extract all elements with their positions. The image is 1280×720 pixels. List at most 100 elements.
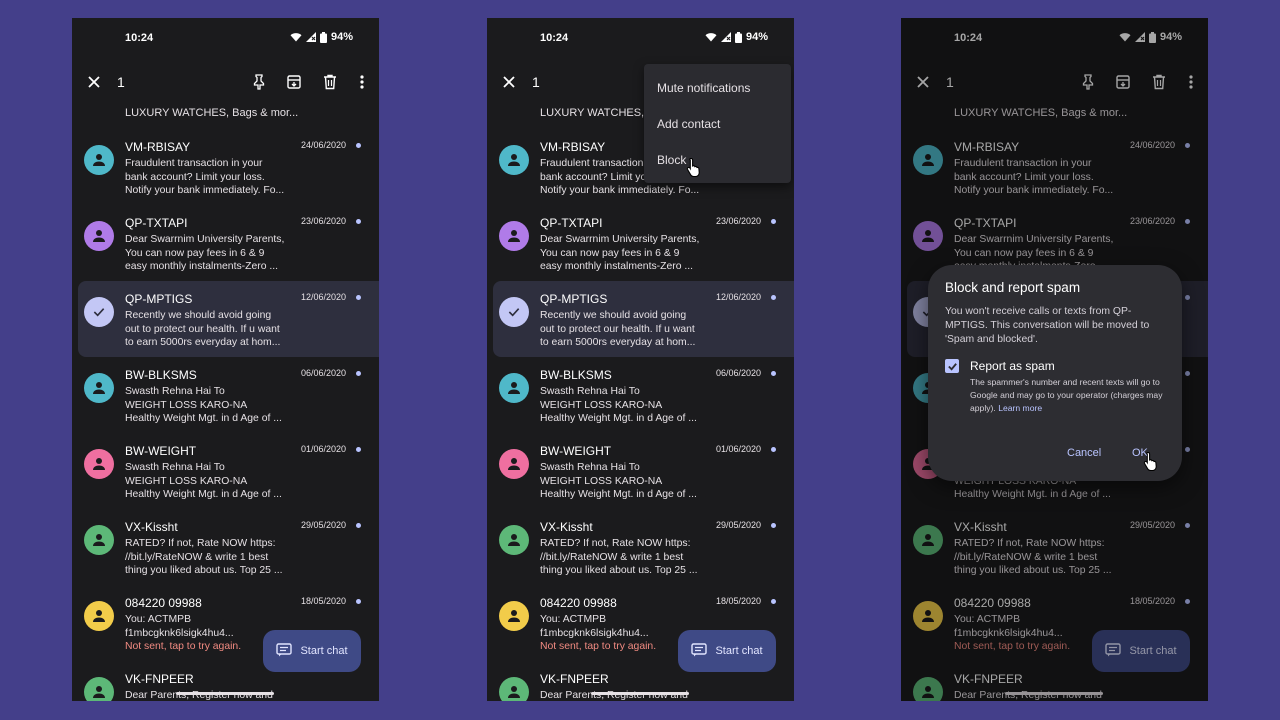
avatar[interactable] xyxy=(84,145,114,175)
gesture-nav-bar[interactable] xyxy=(591,692,689,695)
close-icon[interactable] xyxy=(499,72,519,92)
menu-item-mute-notifications[interactable]: Mute notifications xyxy=(657,81,750,95)
signal-icon xyxy=(720,32,731,42)
battery-level: 94% xyxy=(330,31,353,43)
conversation-item[interactable]: VX-Kissht 29/05/2020 RATED? If not, Rate N… xyxy=(72,509,379,585)
unread-dot xyxy=(771,295,776,300)
conversation-date: 01/06/2020 xyxy=(715,444,761,454)
conversation-name: VM-RBISAY xyxy=(540,140,606,154)
avatar[interactable] xyxy=(84,525,114,555)
snippet-line: Healthy Weight Mgt. in d Age of ... xyxy=(540,489,697,500)
pin-icon[interactable] xyxy=(248,71,270,93)
snippet-line: out to protect our health. If u want xyxy=(540,323,695,335)
conversation-item[interactable]: QP-MPTIGS 12/06/2020 Recently we should av… xyxy=(78,281,379,357)
wifi-icon xyxy=(290,33,302,42)
conversation-name: 084220 09988 xyxy=(125,596,202,610)
chat-icon xyxy=(276,642,293,660)
avatar[interactable] xyxy=(499,601,529,631)
snippet-line: Healthy Weight Mgt. in d Age of ... xyxy=(125,413,282,424)
report-spam-label[interactable]: Report as spam xyxy=(970,359,1055,373)
cancel-button[interactable]: Cancel xyxy=(1067,447,1101,459)
avatar[interactable] xyxy=(499,373,529,403)
conversation-snippet: Swasth Rehna Hai To WEIGHT LOSS KARO-NA He… xyxy=(540,385,710,426)
conversation-date: 29/05/2020 xyxy=(715,520,761,530)
person-icon xyxy=(505,531,523,549)
status-time: 10:24 xyxy=(540,32,569,44)
snippet-line: Recently we should avoid going xyxy=(540,310,687,321)
conversation-item[interactable]: BW-WEIGHT 01/06/2020 Swasth Rehna Hai To WE… xyxy=(72,433,379,509)
conversation-item[interactable]: QP-MPTIGS 12/06/2020 Recently we should av… xyxy=(493,281,794,357)
snippet-line: Dear Swarrnim University Parents, xyxy=(540,234,700,245)
start-chat-button[interactable]: Start chat xyxy=(678,630,776,672)
battery-icon xyxy=(734,31,742,43)
wifi-icon xyxy=(705,33,717,42)
status-time: 10:24 xyxy=(125,32,154,44)
battery-level: 94% xyxy=(745,31,768,43)
close-icon[interactable] xyxy=(84,72,104,92)
avatar[interactable] xyxy=(499,145,529,175)
snippet-line: Dear Parents, Register now and sta... xyxy=(540,690,688,701)
learn-more-link[interactable]: Learn more xyxy=(998,403,1042,413)
avatar[interactable] xyxy=(84,373,114,403)
conversation-name: QP-TXTAPI xyxy=(540,216,603,230)
conversation-snippet: Dear Swarrnim University Parents, You can… xyxy=(125,233,295,274)
start-chat-button[interactable]: Start chat xyxy=(263,630,361,672)
avatar[interactable] xyxy=(499,525,529,555)
more-options-icon[interactable] xyxy=(351,71,373,93)
selected-count: 1 xyxy=(532,74,540,90)
snippet-line: bank account? Limit your loss. xyxy=(125,171,265,183)
conversation-date: 23/06/2020 xyxy=(300,216,346,226)
snippet-line: thing you liked about us. Top 25 ... xyxy=(125,565,283,576)
snippet-line: Swasth Rehna Hai To xyxy=(540,386,640,397)
conversation-item[interactable]: QP-TXTAPI 23/06/2020 Dear Swarrnim Univers… xyxy=(487,205,794,281)
selection-toolbar: 1 xyxy=(72,70,379,100)
menu-item-block[interactable]: Block xyxy=(657,153,686,167)
conversation-item[interactable]: BW-BLKSMS 06/06/2020 Swasth Rehna Hai To WE… xyxy=(487,357,794,433)
delete-icon[interactable] xyxy=(319,71,341,93)
conversation-snippet: Recently we should avoid going out to pro… xyxy=(540,309,710,350)
avatar[interactable] xyxy=(499,677,529,701)
menu-item-add-contact[interactable]: Add contact xyxy=(657,117,720,131)
avatar[interactable] xyxy=(84,221,114,251)
conversation-name: VK-FNPEER xyxy=(540,672,609,686)
snippet-line: Fraudulent transaction in your xyxy=(125,158,263,169)
gesture-nav-bar[interactable] xyxy=(176,692,274,695)
conversation-name: BW-WEIGHT xyxy=(540,444,612,458)
person-icon xyxy=(505,683,523,701)
avatar[interactable] xyxy=(84,449,114,479)
conversation-item[interactable]: BW-BLKSMS 06/06/2020 Swasth Rehna Hai To WE… xyxy=(72,357,379,433)
conversation-name: VX-Kissht xyxy=(540,520,593,534)
conversation-item[interactable]: BW-WEIGHT 01/06/2020 Swasth Rehna Hai To WE… xyxy=(487,433,794,509)
conversation-item[interactable]: VX-Kissht 29/05/2020 RATED? If not, Rate N… xyxy=(487,509,794,585)
avatar[interactable] xyxy=(84,677,114,701)
avatar[interactable] xyxy=(499,221,529,251)
conversation-date: 06/06/2020 xyxy=(715,368,761,378)
conversation-item[interactable]: VM-RBISAY 24/06/2020 Fraudulent transactio… xyxy=(72,129,379,205)
snippet-line: WEIGHT LOSS KARO-NA xyxy=(540,399,663,411)
selected-check-avatar[interactable] xyxy=(84,297,114,327)
partial-snippet: LUXURY WATCHES, Bags & mor... xyxy=(125,107,299,119)
person-icon xyxy=(90,151,108,169)
snippet-line: Notify your bank immediately. Fo... xyxy=(540,185,700,196)
snippet-line: You can now pay fees in 6 & 9 xyxy=(540,247,680,259)
conversation-snippet: Swasth Rehna Hai To WEIGHT LOSS KARO-NA He… xyxy=(540,461,710,502)
person-icon xyxy=(90,531,108,549)
report-spam-checkbox[interactable] xyxy=(945,359,959,373)
archive-icon[interactable] xyxy=(283,71,305,93)
snippet-line: Notify your bank immediately. Fo... xyxy=(125,185,285,196)
unread-dot xyxy=(356,295,361,300)
person-icon xyxy=(505,151,523,169)
unread-dot xyxy=(356,447,361,452)
conversation-date: 23/06/2020 xyxy=(715,216,761,226)
avatar[interactable] xyxy=(84,601,114,631)
phone-screen-1: 10:24 94% 1 LUXURY WATCHES, Bags & mor... VM… xyxy=(72,18,379,701)
conversation-item[interactable]: QP-TXTAPI 23/06/2020 Dear Swarrnim Univers… xyxy=(72,205,379,281)
unread-dot xyxy=(771,371,776,376)
snippet-line: WEIGHT LOSS KARO-NA xyxy=(125,475,248,487)
start-chat-label: Start chat xyxy=(715,645,763,657)
snippet-line: WEIGHT LOSS KARO-NA xyxy=(125,399,248,411)
selected-check-avatar[interactable] xyxy=(499,297,529,327)
avatar[interactable] xyxy=(499,449,529,479)
conversation-date: 01/06/2020 xyxy=(300,444,346,454)
dialog-body: You won't receive calls or texts from QP… xyxy=(945,306,1150,345)
